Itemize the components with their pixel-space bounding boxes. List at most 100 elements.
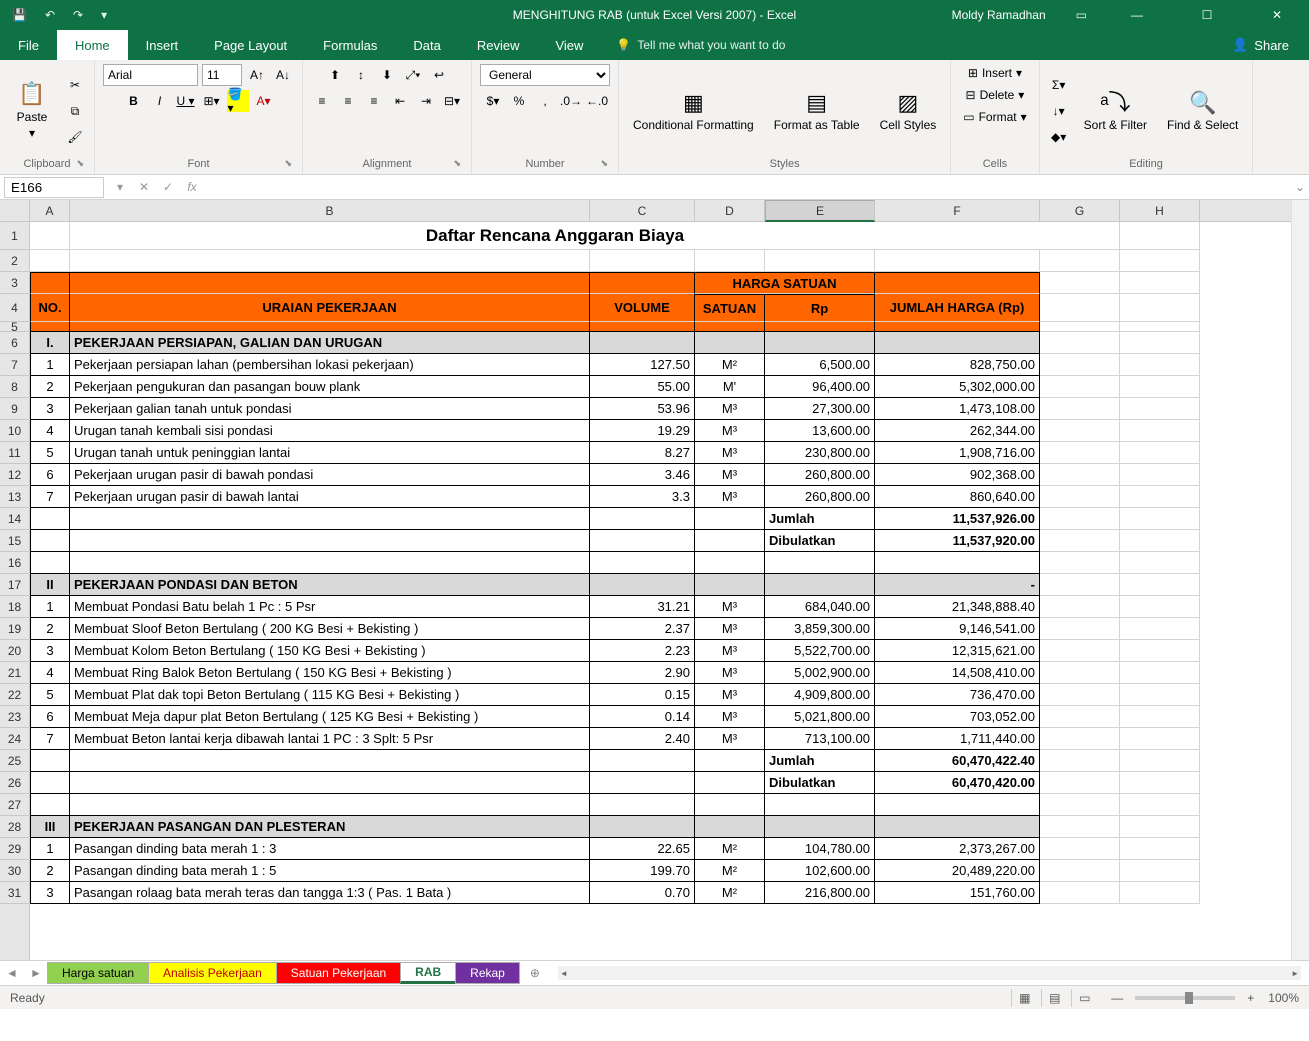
conditional-formatting-button[interactable]: ▦Conditional Formatting: [627, 86, 760, 137]
sheet-tab-active[interactable]: RAB: [400, 962, 456, 984]
row-header[interactable]: 29: [0, 838, 29, 860]
col-header[interactable]: F: [875, 200, 1040, 221]
comma-format-button[interactable]: ,: [534, 90, 556, 112]
zoom-slider[interactable]: [1135, 996, 1235, 1000]
decrease-font-button[interactable]: A↓: [272, 64, 294, 86]
row-header[interactable]: 19: [0, 618, 29, 640]
row-header[interactable]: 17: [0, 574, 29, 596]
bold-button[interactable]: B: [123, 90, 145, 112]
col-header[interactable]: G: [1040, 200, 1120, 221]
fill-button[interactable]: ↓▾: [1048, 100, 1070, 122]
row-header[interactable]: 22: [0, 684, 29, 706]
row-header[interactable]: 11: [0, 442, 29, 464]
new-sheet-button[interactable]: ⊕: [520, 966, 550, 980]
expand-formula-bar-icon[interactable]: ⌄: [1291, 180, 1309, 194]
format-painter-button[interactable]: 🖌: [64, 126, 86, 148]
row-header[interactable]: 21: [0, 662, 29, 684]
row-header[interactable]: 25: [0, 750, 29, 772]
row-header[interactable]: 18: [0, 596, 29, 618]
row-header[interactable]: 10: [0, 420, 29, 442]
row-header[interactable]: 13: [0, 486, 29, 508]
font-size-input[interactable]: [202, 64, 242, 86]
ribbon-options-icon[interactable]: ▭: [1076, 8, 1087, 22]
decrease-indent-button[interactable]: ⇤: [389, 90, 411, 112]
name-box[interactable]: [4, 177, 104, 198]
sheet-tab[interactable]: Analisis Pekerjaan: [148, 962, 277, 984]
row-header[interactable]: 1: [0, 222, 29, 250]
row-header[interactable]: 2: [0, 250, 29, 272]
tab-data[interactable]: Data: [395, 30, 458, 60]
row-header[interactable]: 14: [0, 508, 29, 530]
row-header[interactable]: 12: [0, 464, 29, 486]
row-header[interactable]: 23: [0, 706, 29, 728]
sort-filter-button[interactable]: ᵃ⤵Sort & Filter: [1078, 86, 1153, 137]
page-layout-view-button[interactable]: ▤: [1041, 989, 1067, 1007]
tab-insert[interactable]: Insert: [128, 30, 197, 60]
undo-icon[interactable]: ↶: [45, 8, 55, 22]
delete-cells-button[interactable]: ⊟Delete▾: [962, 86, 1029, 104]
row-header[interactable]: 30: [0, 860, 29, 882]
close-button[interactable]: ✕: [1257, 8, 1297, 22]
row-header[interactable]: 6: [0, 332, 29, 354]
worksheet-grid[interactable]: 1234567891011121314151617181920212223242…: [0, 200, 1309, 960]
select-all-corner[interactable]: [0, 200, 29, 222]
font-color-button[interactable]: A▾: [253, 90, 275, 112]
align-left-button[interactable]: ≡: [311, 90, 333, 112]
row-header[interactable]: 16: [0, 552, 29, 574]
sheet-tab[interactable]: Satuan Pekerjaan: [276, 962, 401, 984]
decrease-decimal-button[interactable]: ←.0: [586, 90, 608, 112]
paste-button[interactable]: 📋Paste▾: [8, 77, 56, 144]
number-format-select[interactable]: General: [480, 64, 610, 86]
minimize-button[interactable]: —: [1117, 8, 1157, 22]
align-middle-button[interactable]: ↕: [350, 64, 372, 86]
tab-home[interactable]: Home: [57, 30, 128, 60]
save-icon[interactable]: 💾: [12, 8, 27, 22]
maximize-button[interactable]: ☐: [1187, 8, 1227, 22]
zoom-out-button[interactable]: —: [1111, 991, 1123, 1005]
align-right-button[interactable]: ≡: [363, 90, 385, 112]
tab-view[interactable]: View: [537, 30, 601, 60]
percent-format-button[interactable]: %: [508, 90, 530, 112]
normal-view-button[interactable]: ▦: [1011, 989, 1037, 1007]
row-header[interactable]: 9: [0, 398, 29, 420]
tell-me[interactable]: 💡 Tell me what you want to do: [616, 30, 785, 60]
wrap-text-button[interactable]: ↩: [428, 64, 450, 86]
format-cells-button[interactable]: ▭Format▾: [959, 108, 1030, 126]
vertical-scrollbar[interactable]: [1291, 200, 1309, 960]
share-button[interactable]: 👤 Share: [1212, 30, 1309, 60]
autosum-button[interactable]: Σ▾: [1048, 74, 1070, 96]
tab-file[interactable]: File: [0, 30, 57, 60]
find-select-button[interactable]: 🔍Find & Select: [1161, 86, 1244, 137]
copy-button[interactable]: ⧉: [64, 100, 86, 122]
row-header[interactable]: 20: [0, 640, 29, 662]
qat-customize-icon[interactable]: ▾: [101, 8, 107, 22]
row-header[interactable]: 4: [0, 294, 29, 322]
font-name-input[interactable]: [103, 64, 198, 86]
align-top-button[interactable]: ⬆: [324, 64, 346, 86]
clear-button[interactable]: ◆▾: [1048, 126, 1070, 148]
namebox-dropdown-icon[interactable]: ▾: [108, 180, 132, 194]
sheet-nav-prev[interactable]: ◄: [0, 966, 24, 980]
row-header[interactable]: 8: [0, 376, 29, 398]
fill-color-button[interactable]: 🪣▾: [227, 90, 249, 112]
row-header[interactable]: 3: [0, 272, 29, 294]
col-header[interactable]: E: [765, 200, 875, 222]
orientation-button[interactable]: ⤢▾: [402, 64, 424, 86]
row-header[interactable]: 27: [0, 794, 29, 816]
align-center-button[interactable]: ≡: [337, 90, 359, 112]
col-header[interactable]: C: [590, 200, 695, 221]
col-header[interactable]: A: [30, 200, 70, 221]
col-header[interactable]: H: [1120, 200, 1200, 221]
insert-cells-button[interactable]: ⊞Insert▾: [964, 64, 1026, 82]
horizontal-scrollbar[interactable]: [558, 966, 1301, 980]
cut-button[interactable]: ✂: [64, 74, 86, 96]
row-header[interactable]: 7: [0, 354, 29, 376]
row-header[interactable]: 5: [0, 322, 29, 332]
row-header[interactable]: 15: [0, 530, 29, 552]
tab-formulas[interactable]: Formulas: [305, 30, 395, 60]
row-header[interactable]: 31: [0, 882, 29, 904]
col-header[interactable]: D: [695, 200, 765, 221]
tab-review[interactable]: Review: [459, 30, 538, 60]
increase-decimal-button[interactable]: .0→: [560, 90, 582, 112]
enter-icon[interactable]: ✓: [156, 180, 180, 194]
